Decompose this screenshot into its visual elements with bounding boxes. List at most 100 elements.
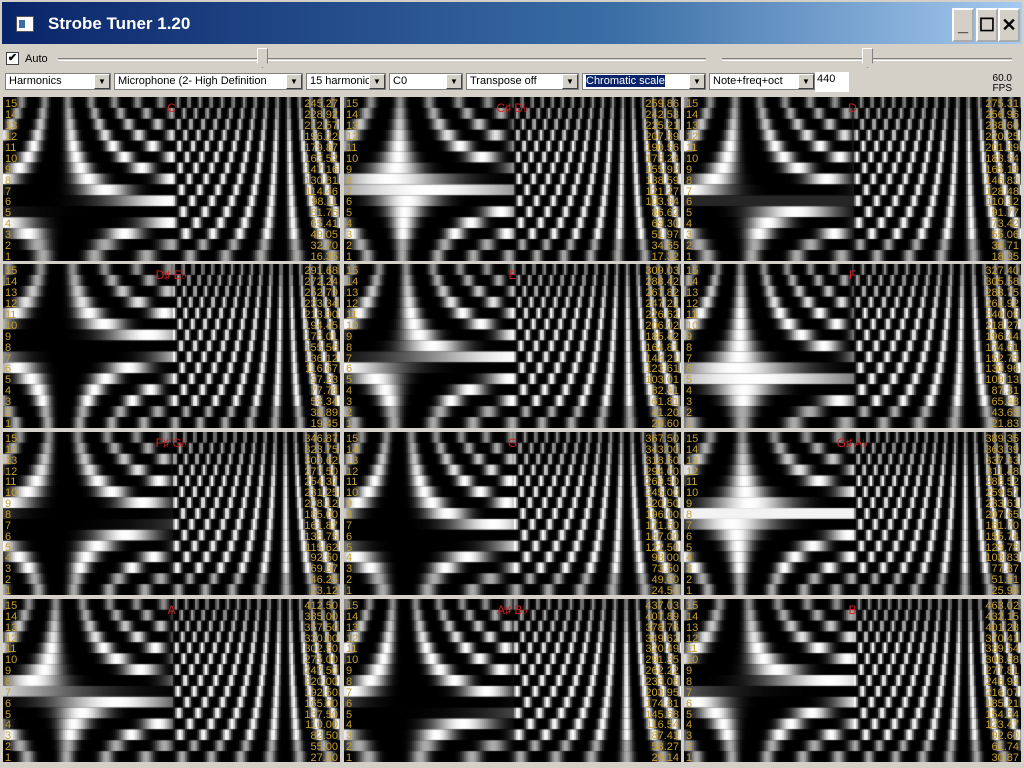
chevron-down-icon[interactable]: ▼ bbox=[562, 74, 578, 89]
maximize-button[interactable]: ☐ bbox=[976, 8, 998, 42]
harmonic-frequency: 16.35 bbox=[310, 251, 338, 261]
harmonic-frequencies: 463.02 432.15 401.28 370.41 339.54 308.68 277.… bbox=[985, 601, 1019, 762]
harmonic-numbers: 15 14 13 12 11 10 9 8 7 6 5 4 3 2 1 bbox=[346, 99, 358, 261]
harmonic-frequency: 30.87 bbox=[991, 752, 1019, 762]
minimize-button[interactable]: _ bbox=[952, 8, 974, 42]
harmonic-numbers: 15 14 13 12 11 10 9 8 7 6 5 4 3 2 1 bbox=[346, 266, 358, 428]
harmonic-frequency: 357.50 bbox=[304, 621, 338, 634]
harmonic-frequency: 163.52 bbox=[304, 152, 338, 165]
harmonic-frequency: 318.50 bbox=[645, 454, 679, 467]
harmonic-number: 6 bbox=[686, 530, 693, 543]
reference-pitch-input[interactable]: 440 bbox=[815, 72, 849, 92]
harmonic-frequency: 194.45 bbox=[304, 319, 338, 332]
input-device-select[interactable]: Microphone (2- High Definition ▼ bbox=[114, 73, 303, 90]
harmonic-frequency: 165.00 bbox=[304, 697, 338, 710]
strobe-panel: C 15 14 13 12 11 10 9 8 7 6 5 4 3 2 1 245.27 228.92 212.57… bbox=[3, 97, 340, 261]
harmonic-frequency: 21.83 bbox=[991, 418, 1019, 428]
note-label: C bbox=[167, 101, 176, 115]
scale-select[interactable]: Chromatic scale ▼ bbox=[582, 73, 706, 90]
harmonic-number: 6 bbox=[5, 697, 12, 710]
auto-label: Auto bbox=[25, 53, 48, 65]
note-label: E bbox=[508, 268, 517, 282]
slider-track-left[interactable] bbox=[58, 58, 706, 61]
harmonic-frequency: 196.44 bbox=[985, 330, 1019, 343]
label-format-select[interactable]: Note+freq+oct ▼ bbox=[709, 73, 815, 90]
strobe-pattern bbox=[344, 264, 681, 428]
harmonic-frequency: 175.01 bbox=[304, 330, 338, 343]
strobe-panel: F♯ G♭ 15 14 13 12 11 10 9 8 7 6 5 4 3 2 1 346.87 323.75 30… bbox=[3, 432, 340, 595]
strobe-pattern bbox=[344, 432, 681, 595]
harmonic-frequency: 337.43 bbox=[985, 454, 1019, 467]
harmonic-number: 1 bbox=[346, 418, 353, 428]
base-note-select[interactable]: C0 ▼ bbox=[389, 73, 463, 90]
harmonic-frequency: 155.92 bbox=[645, 163, 679, 176]
harmonic-numbers: 15 14 13 12 11 10 9 8 7 6 5 4 3 2 1 bbox=[5, 601, 17, 762]
harmonic-frequency: 183.54 bbox=[985, 152, 1019, 165]
strobe-pattern bbox=[684, 432, 1021, 595]
strobe-pattern bbox=[3, 432, 340, 595]
note-label: D♯ E♭ bbox=[155, 268, 188, 282]
chevron-down-icon[interactable]: ▼ bbox=[286, 74, 302, 89]
note-label: B bbox=[848, 603, 857, 617]
note-label: G♯ A♭ bbox=[836, 436, 869, 450]
app-icon[interactable] bbox=[16, 16, 34, 32]
harmonic-frequencies: 367.50 343.00 318.50 294.00 269.50 245.00 220.… bbox=[645, 434, 679, 595]
harmonic-frequency: 185.21 bbox=[985, 697, 1019, 710]
harmonic-number: 13 bbox=[686, 621, 699, 634]
harmonic-frequency: 173.24 bbox=[645, 152, 679, 165]
harmonic-number: 13 bbox=[5, 621, 18, 634]
harmonic-frequencies: 389.35 363.39 337.43 311.48 285.52 259.57 233.… bbox=[985, 434, 1019, 595]
harmonic-number: 6 bbox=[346, 697, 353, 710]
harmonic-numbers: 15 14 13 12 11 10 9 8 7 6 5 4 3 2 1 bbox=[686, 99, 698, 261]
harmonic-frequency: 17.32 bbox=[651, 251, 679, 261]
harmonic-numbers: 15 14 13 12 11 10 9 8 7 6 5 4 3 2 1 bbox=[686, 266, 698, 428]
strobe-pattern bbox=[3, 599, 340, 762]
harmonic-frequencies: 327.40 305.58 283.75 261.92 240.09 218.27 196.… bbox=[985, 266, 1019, 428]
chevron-down-icon[interactable]: ▼ bbox=[798, 74, 814, 89]
harmonic-number: 9 bbox=[686, 330, 693, 343]
slider-thumb-left[interactable] bbox=[257, 48, 268, 68]
harmonic-number: 9 bbox=[5, 330, 12, 343]
harmonic-frequency: 19.45 bbox=[310, 418, 338, 428]
harmonic-number: 1 bbox=[686, 418, 693, 428]
slider-thumb-right[interactable] bbox=[862, 48, 873, 68]
chevron-down-icon[interactable]: ▼ bbox=[94, 74, 110, 89]
harmonic-frequency: 378.76 bbox=[645, 621, 679, 634]
harmonic-frequency: 164.81 bbox=[645, 341, 679, 354]
auto-checkbox[interactable]: ✔ bbox=[6, 52, 19, 65]
note-label: D bbox=[848, 101, 857, 115]
display-mode-select[interactable]: Harmonics ▼ bbox=[5, 73, 111, 90]
harmonic-number: 6 bbox=[686, 697, 693, 710]
harmonic-frequency: 18.35 bbox=[991, 251, 1019, 261]
note-label: A bbox=[167, 603, 176, 617]
harmonic-frequency: 401.28 bbox=[985, 621, 1019, 634]
transpose-select[interactable]: Transpose off ▼ bbox=[466, 73, 579, 90]
harmonic-number: 1 bbox=[686, 585, 693, 595]
harmonic-numbers: 15 14 13 12 11 10 9 8 7 6 5 4 3 2 1 bbox=[686, 601, 698, 762]
strobe-panel: G 15 14 13 12 11 10 9 8 7 6 5 4 3 2 1 367.50 343.00 318.50… bbox=[344, 432, 681, 595]
chevron-down-icon[interactable]: ▼ bbox=[689, 74, 705, 89]
chevron-down-icon[interactable]: ▼ bbox=[369, 74, 385, 89]
harmonic-number: 8 bbox=[686, 174, 693, 187]
harmonic-number: 1 bbox=[5, 752, 12, 762]
window-title: Strobe Tuner 1.20 bbox=[48, 14, 191, 33]
strobe-panel: C♯ D♭ 15 14 13 12 11 10 9 8 7 6 5 4 3 2 1 259.86 242.53 22… bbox=[344, 97, 681, 261]
strobe-panel: F 15 14 13 12 11 10 9 8 7 6 5 4 3 2 1 327.40 305.58 283.75… bbox=[684, 264, 1021, 428]
chevron-down-icon[interactable]: ▼ bbox=[446, 74, 462, 89]
harmonic-frequency: 218.27 bbox=[985, 319, 1019, 332]
harmonic-number: 1 bbox=[346, 585, 353, 595]
note-label: F♯ G♭ bbox=[155, 436, 188, 450]
harmonic-frequency: 138.75 bbox=[304, 530, 338, 543]
harmonic-number: 1 bbox=[346, 752, 353, 762]
harmonic-numbers: 15 14 13 12 11 10 9 8 7 6 5 4 3 2 1 bbox=[5, 434, 17, 595]
strobe-pattern bbox=[684, 97, 1021, 261]
close-button[interactable]: ✕ bbox=[998, 8, 1020, 42]
harmonic-frequencies: 437.03 407.89 378.76 349.62 320.49 291.35 262.… bbox=[645, 601, 679, 762]
harmonic-numbers: 15 14 13 12 11 10 9 8 7 6 5 4 3 2 1 bbox=[346, 434, 358, 595]
strobe-pattern bbox=[3, 264, 340, 428]
strobe-panel: A 15 14 13 12 11 10 9 8 7 6 5 4 3 2 1 412.50 385.00 357.50… bbox=[3, 599, 340, 762]
harmonic-frequency: 138.59 bbox=[645, 174, 679, 187]
harmonics-select[interactable]: 15 harmonic ▼ bbox=[306, 73, 386, 90]
harmonic-number: 13 bbox=[686, 454, 699, 467]
harmonic-frequency: 155.74 bbox=[985, 530, 1019, 543]
